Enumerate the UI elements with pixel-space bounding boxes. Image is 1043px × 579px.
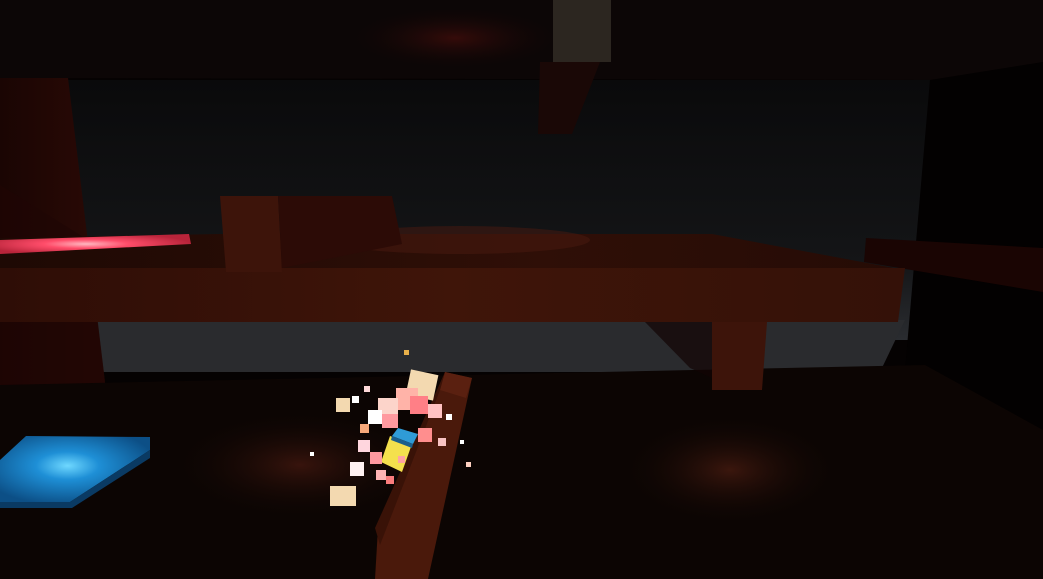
floor-glow-right [620,415,840,525]
table-leg-left [220,196,282,272]
table-front [0,268,905,322]
scene-render [0,0,1043,579]
ceiling-block [553,0,611,62]
floor [0,365,1043,579]
table-leg-right [712,322,767,390]
dim-floor-band [80,320,905,372]
ceiling-glow [345,6,565,70]
game-viewport[interactable] [0,0,1043,579]
